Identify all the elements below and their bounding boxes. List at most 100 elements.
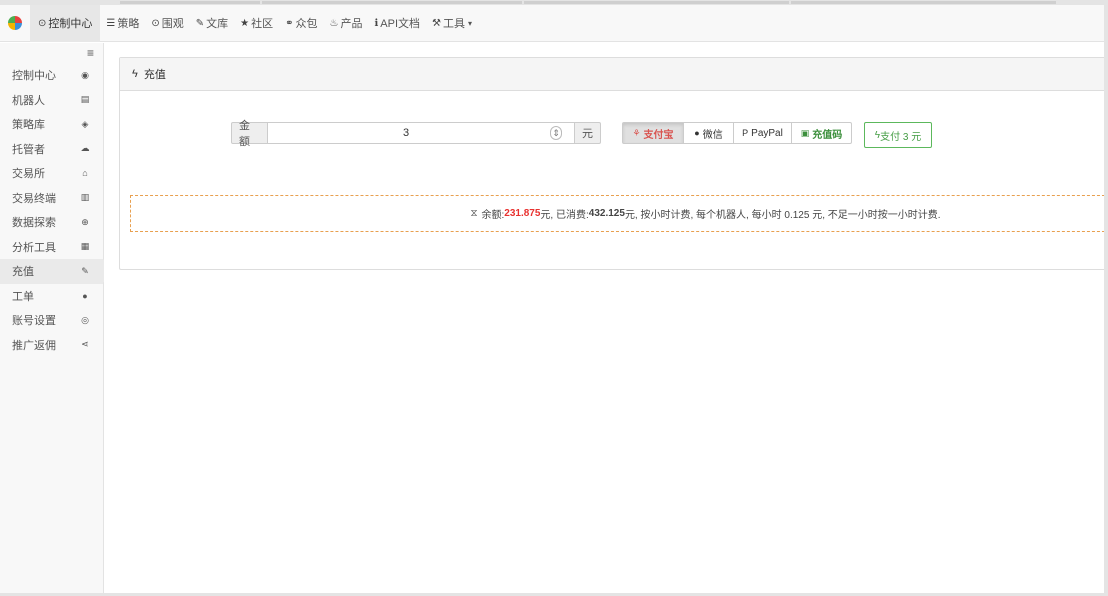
amount-input-group: 金额 元 ⇕ xyxy=(231,120,601,148)
sidebar-item-account-settings[interactable]: 账号设置 ◎ xyxy=(0,308,103,333)
sidebar-item-exchange[interactable]: 交易所 ⌂ xyxy=(0,161,103,186)
bank-icon: ⌂ xyxy=(82,168,88,179)
recharge-panel: ϟ 充值 金额 元 ⇕ ⚘支付宝 ●微信 PPayPal ▣充值码 ϟ支付 3 … xyxy=(119,57,1104,270)
hamburger-icon: ≡ xyxy=(86,46,94,60)
panel-title: 充值 xyxy=(143,69,166,81)
star-icon: ★ xyxy=(240,17,250,29)
nav-products[interactable]: ♨ 产品 xyxy=(324,5,369,42)
strip-segment xyxy=(120,1,260,4)
sidebar-item-label: 账号设置 xyxy=(12,315,56,328)
cloud-icon: ☁ xyxy=(80,143,90,154)
strip-segment xyxy=(262,1,522,4)
nav-api-docs[interactable]: ℹ API文档 xyxy=(368,5,426,42)
nav-tools-dropdown[interactable]: ⚒ 工具 ▾ xyxy=(426,5,478,42)
sidebar-item-custodian[interactable]: 托管者 ☁ xyxy=(0,137,103,162)
nav-watch[interactable]: ⊙ 围观 xyxy=(145,5,189,42)
share-icon: ⋖ xyxy=(81,339,89,350)
user-circle-icon: ◎ xyxy=(81,314,89,325)
sidebar-item-strategy-library[interactable]: 策略库 ◈ xyxy=(0,112,103,137)
cube-icon: ◈ xyxy=(81,118,89,129)
paypal-button[interactable]: P PayPal xyxy=(733,122,792,144)
sidebar-item-control-center[interactable]: 控制中心 ◉ xyxy=(0,63,103,88)
amount-label: 金额 xyxy=(231,120,268,148)
comment-icon: ● xyxy=(82,290,88,301)
toolbox-icon: ⚒ xyxy=(432,17,441,29)
sidebar-item-label: 控制中心 xyxy=(12,70,56,83)
eye-icon: ⊙ xyxy=(151,17,160,29)
cart-icon: ☰ xyxy=(106,17,116,29)
nav-label: 产品 xyxy=(340,18,363,30)
sidebar-item-data-explore[interactable]: 数据探索 ⊕ xyxy=(0,210,103,235)
logo-icon xyxy=(8,16,22,30)
sidebar-item-label: 数据探索 xyxy=(12,217,56,230)
strip-segment xyxy=(791,1,1056,4)
sidebar-item-analysis-tools[interactable]: 分析工具 ▦ xyxy=(0,235,103,260)
spent-label: 元, 已消费: xyxy=(540,210,589,221)
wechat-button[interactable]: ● 微信 xyxy=(683,122,734,144)
nav-control-center[interactable]: ⊙ 控制中心 xyxy=(30,5,101,42)
sidebar-item-label: 交易终端 xyxy=(12,192,56,205)
sidebar-item-recharge[interactable]: 充值 ✎ xyxy=(0,259,111,284)
sidebar-item-tickets[interactable]: 工单 ● xyxy=(0,284,103,309)
amount-input[interactable] xyxy=(268,122,575,144)
top-navbar: ⊙ 控制中心 ☰ 策略 ⊙ 围观 ✎ 文库 ★ 社区 ⚭ 众包 ♨ 产品 ℹ API文档 ⚒ 工具… xyxy=(0,5,1104,42)
sidebar-item-label: 托管者 xyxy=(12,143,45,156)
magnify-icon: ⊕ xyxy=(81,216,89,227)
nav-label: 工具 xyxy=(442,18,465,30)
voucher-icon: ▣ xyxy=(800,127,810,138)
sidebar-toggle[interactable]: ≡ xyxy=(0,43,103,63)
nav-label: 策略 xyxy=(117,18,140,30)
nav-label: 社区 xyxy=(251,18,274,30)
wechat-icon: ● xyxy=(694,128,700,138)
bolt-icon: ϟ xyxy=(132,68,138,80)
brand-logo[interactable] xyxy=(0,5,30,42)
sidebar-item-label: 策略库 xyxy=(12,119,45,132)
nav-label: API文档 xyxy=(380,18,421,30)
fire-icon: ♨ xyxy=(329,17,339,29)
number-spinner[interactable]: ⇕ xyxy=(550,126,562,140)
alipay-button[interactable]: ⚘ 支付宝 xyxy=(622,122,684,144)
caret-down-icon: ▾ xyxy=(467,18,472,28)
sidebar-item-label: 充值 xyxy=(12,266,34,279)
balance-notice: ⧖ 余额: 231.875 元, 已消费: 432.125 元, 按小时计费, … xyxy=(130,195,1104,232)
balance-label: 余额: xyxy=(481,210,505,221)
pay-submit-button[interactable]: ϟ 支付 3 元 xyxy=(864,122,932,148)
nav-label: 众包 xyxy=(295,18,318,30)
calculator-icon: ▦ xyxy=(80,241,90,252)
pen-icon: ✎ xyxy=(195,17,205,29)
payment-method-group: ⚘ 支付宝 ● 微信 P PayPal ▣ 充值码 xyxy=(622,122,852,144)
balance-value: 231.875 xyxy=(504,208,541,219)
nav-label: 控制中心 xyxy=(48,18,93,30)
spent-value: 432.125 xyxy=(588,208,625,219)
submit-label: 支付 3 元 xyxy=(880,131,922,143)
recharge-code-button[interactable]: ▣ 充值码 xyxy=(791,122,852,144)
main-content: ϟ 充值 金额 元 ⇕ ⚘支付宝 ●微信 PPayPal ▣充值码 ϟ支付 3 … xyxy=(104,43,1104,593)
app-frame: ⊙ 控制中心 ☰ 策略 ⊙ 围观 ✎ 文库 ★ 社区 ⚭ 众包 ♨ 产品 ℹ API文档 ⚒ 工具… xyxy=(0,5,1104,593)
wrench-icon: ✎ xyxy=(81,265,89,276)
nav-strategy[interactable]: ☰ 策略 xyxy=(100,5,145,42)
nav-crowdsource[interactable]: ⚭ 众包 xyxy=(279,5,323,42)
nav-label: 文库 xyxy=(206,18,229,30)
pay-method-label: 充值码 xyxy=(812,129,843,141)
sidebar-item-robots[interactable]: 机器人 ▤ xyxy=(0,88,103,113)
nav-library[interactable]: ✎ 文库 xyxy=(190,5,234,42)
sidebar-item-label: 交易所 xyxy=(12,168,45,181)
sidebar-item-trading-terminal[interactable]: 交易终端 ▥ xyxy=(0,186,103,211)
sidebar-item-label: 推广返佣 xyxy=(12,339,56,352)
alipay-icon: ⚘ xyxy=(632,127,641,138)
pay-method-label: PayPal xyxy=(751,127,783,139)
info-icon: ℹ xyxy=(374,17,379,29)
sidebar-item-referral[interactable]: 推广返佣 ⋖ xyxy=(0,333,103,358)
dashboard-icon: ⊙ xyxy=(38,17,47,29)
paypal-icon: P xyxy=(742,128,749,138)
hourglass-icon: ⧖ xyxy=(470,208,478,219)
link-icon: ⚭ xyxy=(285,17,294,29)
sidebar-item-label: 工单 xyxy=(12,290,34,303)
pay-method-label: 微信 xyxy=(702,129,723,141)
nav-community[interactable]: ★ 社区 xyxy=(234,5,279,42)
panel-header: ϟ 充值 xyxy=(120,58,1104,91)
sidebar-item-label: 分析工具 xyxy=(12,241,56,254)
strip-segment xyxy=(524,1,789,4)
bar-chart-icon: ▥ xyxy=(80,192,90,203)
nav-label: 围观 xyxy=(161,18,184,30)
